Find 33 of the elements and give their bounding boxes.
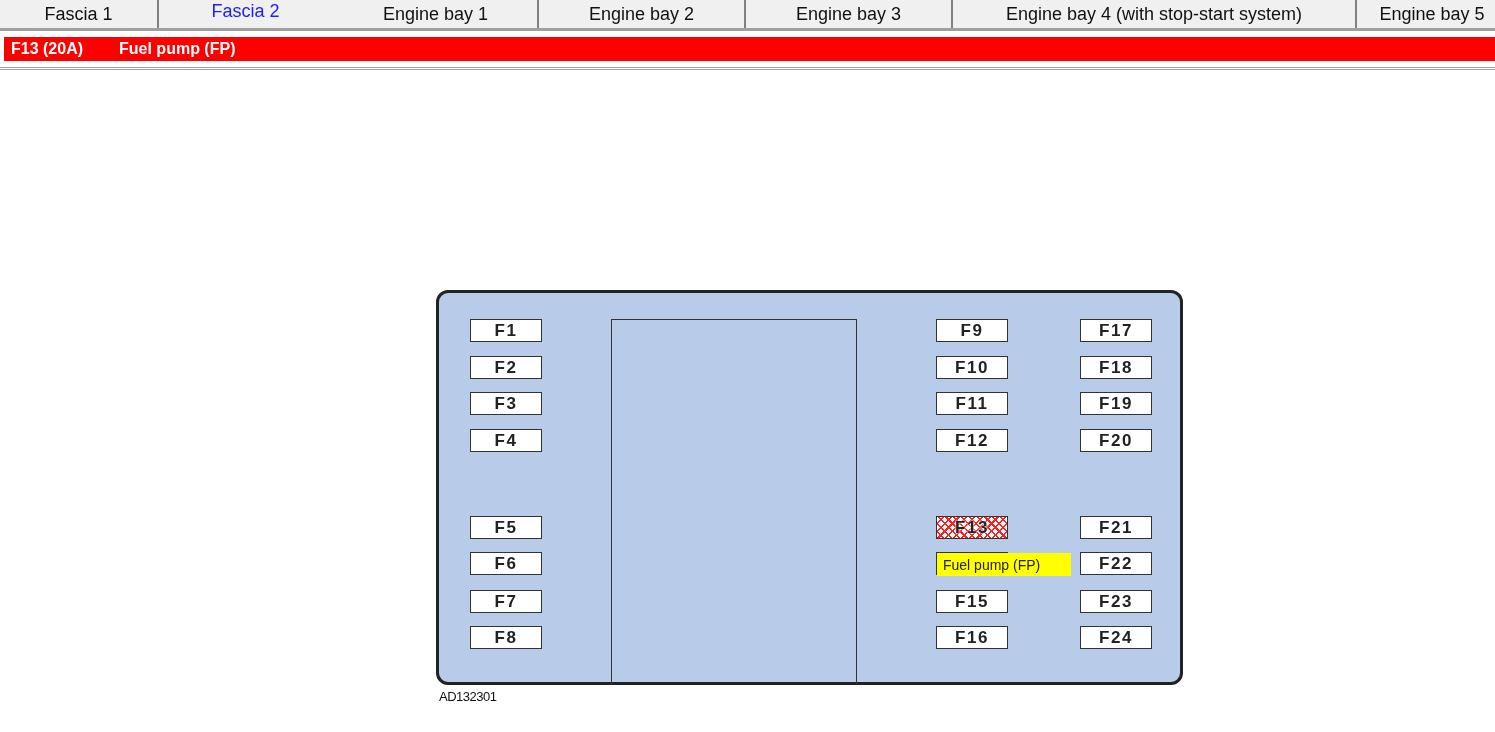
fuse[interactable]: F4 xyxy=(470,429,542,452)
fuse[interactable]: F22 xyxy=(1080,552,1152,575)
fuse-rating: F13 (20A) xyxy=(11,40,84,58)
figure-code: AD132301 xyxy=(438,689,498,704)
fuse[interactable]: F7 xyxy=(470,590,542,613)
fuse[interactable]: F17 xyxy=(1080,319,1152,342)
fuse[interactable]: F19 xyxy=(1080,392,1152,415)
fuse[interactable]: F10 xyxy=(936,356,1008,379)
fuse[interactable]: F16 xyxy=(936,626,1008,649)
fuse[interactable]: F2 xyxy=(470,356,542,379)
tab[interactable]: Engine bay 5 xyxy=(1357,0,1495,28)
fuse[interactable]: F24 xyxy=(1080,626,1152,649)
fuse[interactable]: F3 xyxy=(470,392,542,415)
fuse[interactable]: F18 xyxy=(1080,356,1152,379)
tab[interactable]: Engine bay 1 xyxy=(334,0,539,28)
fuse-circuit: Fuel pump (FP) xyxy=(119,40,236,58)
tab[interactable]: Engine bay 3 xyxy=(746,0,953,28)
fuse[interactable]: F20 xyxy=(1080,429,1152,452)
tab[interactable]: Fascia 1 xyxy=(0,0,159,28)
fuse[interactable]: F5 xyxy=(470,516,542,539)
fuse[interactable]: F11 xyxy=(936,392,1008,415)
fuse[interactable]: F9 xyxy=(936,319,1008,342)
tab[interactable]: Engine bay 4 (with stop-start system) xyxy=(953,0,1357,28)
fuse[interactable]: F6 xyxy=(470,552,542,575)
fuse[interactable]: F15 xyxy=(936,590,1008,613)
fuse[interactable]: F23 xyxy=(1080,590,1152,613)
tab[interactable]: Engine bay 2 xyxy=(539,0,746,28)
fuse[interactable]: F8 xyxy=(470,626,542,649)
tab[interactable]: Fascia 2 xyxy=(159,0,334,28)
fuse[interactable]: F21 xyxy=(1080,516,1152,539)
fuse-tooltip: Fuel pump (FP) xyxy=(937,553,1071,576)
fuse[interactable]: F1 xyxy=(470,319,542,342)
fuse[interactable]: F12 xyxy=(936,429,1008,452)
